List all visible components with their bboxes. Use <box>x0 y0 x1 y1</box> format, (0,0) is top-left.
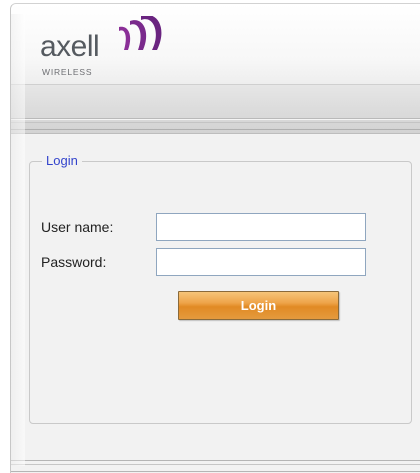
login-fieldset: Login User name: Password: Login <box>29 153 412 424</box>
navigation-band <box>11 84 420 133</box>
divider-line <box>11 460 420 461</box>
main-content: Login User name: Password: Login <box>11 135 420 435</box>
company-logo: axell WIRELESS <box>40 16 200 86</box>
divider-line <box>11 119 420 120</box>
username-label: User name: <box>41 219 114 235</box>
footer-band <box>11 435 420 473</box>
divider-line <box>11 122 420 123</box>
password-label: Password: <box>41 254 107 270</box>
login-page: axell WIRELESS Login User name: Password… <box>0 0 420 473</box>
login-button[interactable]: Login <box>178 291 339 320</box>
app-window: axell WIRELESS Login User name: Password… <box>10 3 420 473</box>
username-input[interactable] <box>156 213 366 241</box>
divider-line <box>11 133 420 134</box>
divider-line <box>11 471 420 472</box>
password-input[interactable] <box>156 248 366 276</box>
logo-subtitle: WIRELESS <box>42 67 93 77</box>
logo-wordmark: axell <box>40 30 100 63</box>
logo-swoosh-icon <box>119 16 162 50</box>
divider-line <box>11 129 420 130</box>
login-group-title: Login <box>42 153 82 169</box>
divider-line <box>11 464 420 465</box>
header-logo-bar: axell WIRELESS <box>11 4 420 84</box>
